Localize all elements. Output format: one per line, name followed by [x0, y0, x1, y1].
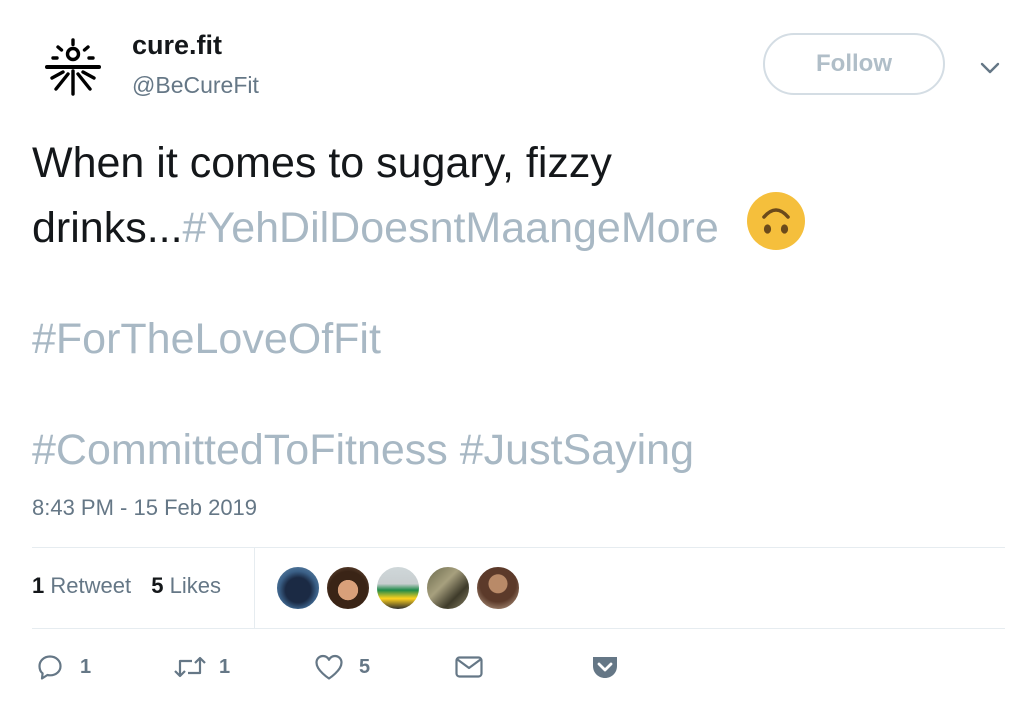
- chevron-down-icon[interactable]: [976, 56, 1004, 80]
- tweet-text-fragment: drinks...: [32, 204, 183, 252]
- like-stat[interactable]: 5 Likes: [151, 573, 221, 598]
- tweet-line: drinks...#YehDilDoesntMaangeMore: [32, 192, 932, 257]
- tweet-timestamp[interactable]: 8:43 PM - 15 Feb 2019: [32, 495, 257, 521]
- divider: [254, 548, 255, 628]
- reply-action[interactable]: 1: [36, 645, 91, 689]
- reply-icon: [38, 655, 62, 680]
- account-name[interactable]: cure.fit: [132, 30, 222, 61]
- divider: [32, 547, 1005, 548]
- account-handle[interactable]: @BeCureFit: [132, 72, 259, 99]
- hashtag-link[interactable]: #ForTheLoveOfFit: [32, 310, 932, 368]
- hashtag-link[interactable]: #YehDilDoesntMaangeMore: [183, 204, 719, 252]
- retweet-count: 1: [219, 655, 231, 678]
- avatar[interactable]: [476, 566, 520, 610]
- retweet-icon: [174, 656, 206, 678]
- retweet-stat[interactable]: 1 Retweet: [32, 573, 131, 598]
- tweet-text: When it comes to sugary, fizzy drinks...…: [32, 134, 932, 479]
- avatar[interactable]: [376, 566, 420, 610]
- envelope-icon: [455, 656, 483, 678]
- tweet-line: When it comes to sugary, fizzy: [32, 139, 612, 187]
- retweet-action[interactable]: 1: [173, 645, 230, 689]
- upside-down-face-emoji: [746, 192, 805, 250]
- like-count: 5: [359, 655, 371, 678]
- avatar[interactable]: [276, 566, 320, 610]
- curefit-logo[interactable]: [44, 38, 102, 100]
- like-count: 5: [151, 573, 164, 598]
- tweet-stats: 1 Retweet 5 Likes: [32, 573, 235, 599]
- avatar[interactable]: [326, 566, 370, 610]
- pocket-action[interactable]: [590, 645, 620, 689]
- like-action[interactable]: 5: [314, 645, 370, 689]
- tweet-header: cure.fit @BeCureFit Follow: [0, 0, 1024, 120]
- retweet-label: Retweet: [50, 573, 132, 598]
- follow-button[interactable]: Follow: [763, 33, 945, 95]
- pocket-icon: [593, 657, 617, 678]
- like-label: Likes: [169, 573, 221, 598]
- tweet-actions: 1 1 5: [0, 645, 1024, 689]
- direct-message-action[interactable]: [454, 645, 484, 689]
- retweet-count: 1: [32, 573, 45, 598]
- avatar[interactable]: [426, 566, 470, 610]
- divider: [32, 628, 1005, 629]
- reply-count: 1: [80, 655, 92, 678]
- hashtag-link[interactable]: #CommittedToFitness #JustSaying: [32, 421, 932, 479]
- heart-icon: [315, 654, 343, 680]
